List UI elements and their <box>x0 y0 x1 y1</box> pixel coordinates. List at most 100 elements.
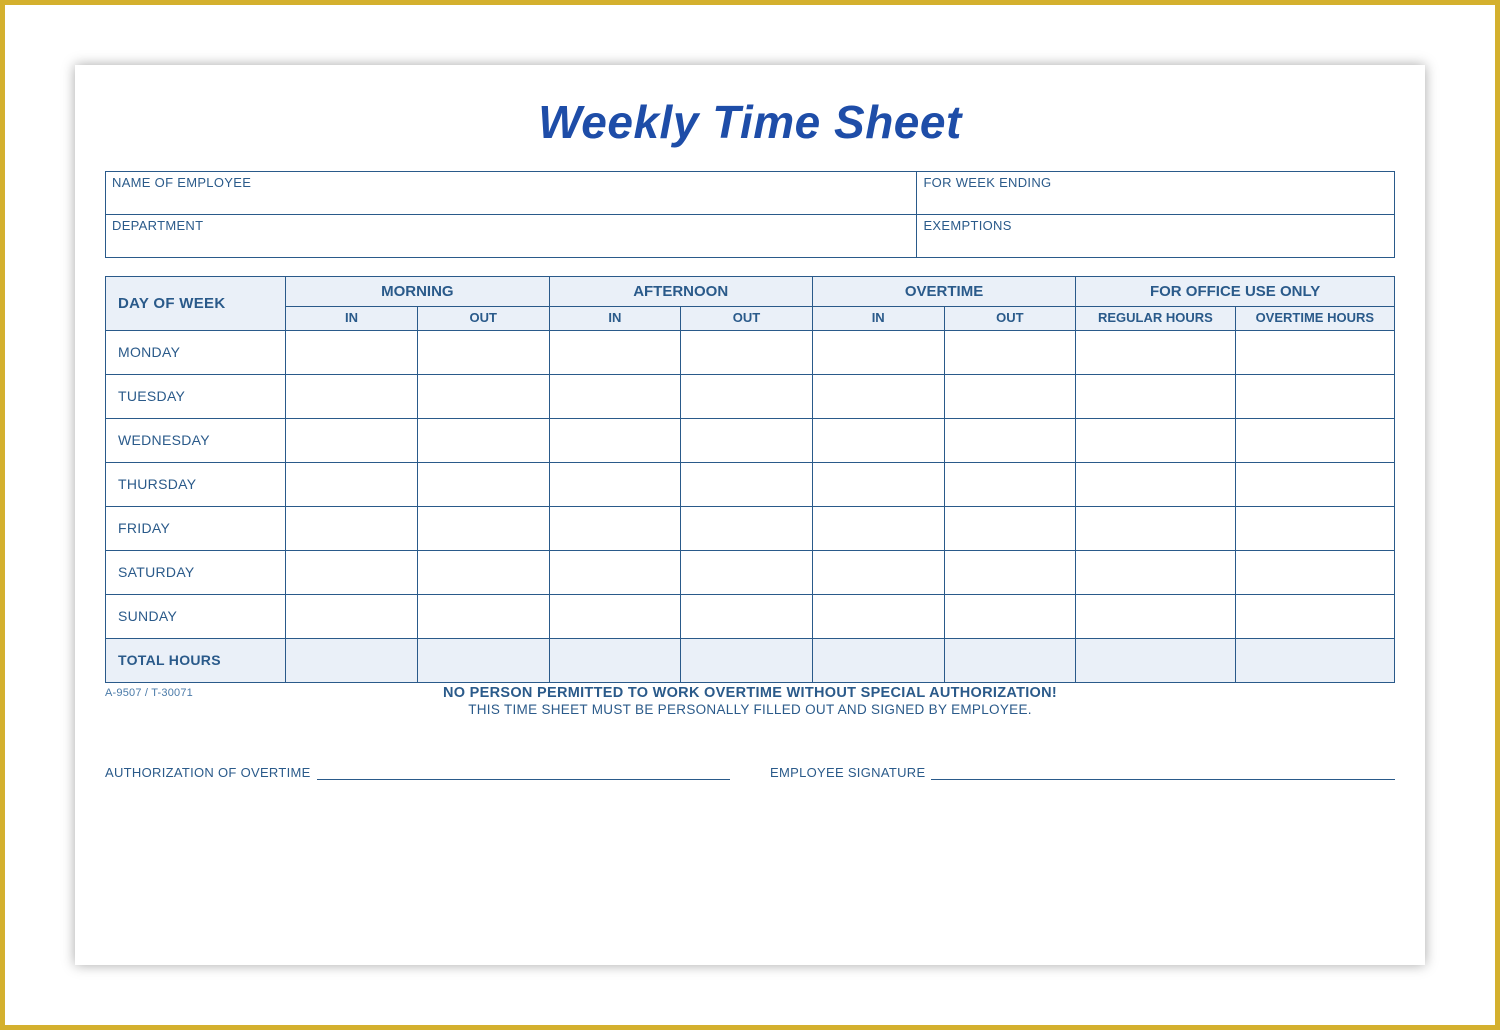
week-ending-field[interactable]: FOR WEEK ENDING <box>917 172 1394 215</box>
morning-out-cell[interactable] <box>417 374 549 418</box>
total-cell[interactable] <box>417 638 549 682</box>
morning-in-cell[interactable] <box>286 374 418 418</box>
total-cell[interactable] <box>549 638 681 682</box>
signature-line <box>931 766 1395 780</box>
overtime-out-cell[interactable] <box>944 330 1076 374</box>
overtime-hours-cell[interactable] <box>1235 594 1394 638</box>
total-cell[interactable] <box>681 638 813 682</box>
total-cell[interactable] <box>1076 638 1235 682</box>
afternoon-out-cell[interactable] <box>681 330 813 374</box>
total-hours-row: TOTAL HOURS <box>106 638 1395 682</box>
morning-in-cell[interactable] <box>286 418 418 462</box>
morning-out-cell[interactable] <box>417 550 549 594</box>
employee-info-section: NAME OF EMPLOYEE FOR WEEK ENDING DEPARTM… <box>105 171 1395 258</box>
morning-out-cell[interactable] <box>417 462 549 506</box>
timesheet-form: Weekly Time Sheet NAME OF EMPLOYEE FOR W… <box>75 65 1425 965</box>
total-cell[interactable] <box>286 638 418 682</box>
regular-hours-cell[interactable] <box>1076 330 1235 374</box>
time-entry-table: DAY OF WEEK MORNING AFTERNOON OVERTIME F… <box>105 276 1395 683</box>
morning-out-cell[interactable] <box>417 506 549 550</box>
afternoon-out-cell[interactable] <box>681 594 813 638</box>
regular-hours-cell[interactable] <box>1076 418 1235 462</box>
regular-hours-cell[interactable] <box>1076 594 1235 638</box>
overtime-in-cell[interactable] <box>812 594 944 638</box>
overtime-out-cell[interactable] <box>944 506 1076 550</box>
morning-in-cell[interactable] <box>286 330 418 374</box>
col-overtime-out: OUT <box>944 307 1076 331</box>
department-field[interactable]: DEPARTMENT <box>106 215 917 257</box>
afternoon-out-cell[interactable] <box>681 550 813 594</box>
table-row: THURSDAY <box>106 462 1395 506</box>
morning-in-cell[interactable] <box>286 594 418 638</box>
afternoon-out-cell[interactable] <box>681 462 813 506</box>
overtime-out-cell[interactable] <box>944 594 1076 638</box>
day-label: WEDNESDAY <box>106 418 286 462</box>
authorization-label: AUTHORIZATION OF OVERTIME <box>105 765 311 780</box>
regular-hours-cell[interactable] <box>1076 550 1235 594</box>
total-hours-label: TOTAL HOURS <box>106 638 286 682</box>
col-overtime: OVERTIME <box>812 277 1075 307</box>
morning-in-cell[interactable] <box>286 462 418 506</box>
day-label: THURSDAY <box>106 462 286 506</box>
afternoon-in-cell[interactable] <box>549 594 681 638</box>
table-row: FRIDAY <box>106 506 1395 550</box>
overtime-in-cell[interactable] <box>812 550 944 594</box>
table-row: SUNDAY <box>106 594 1395 638</box>
afternoon-in-cell[interactable] <box>549 506 681 550</box>
overtime-out-cell[interactable] <box>944 418 1076 462</box>
overtime-warning: NO PERSON PERMITTED TO WORK OVERTIME WIT… <box>105 685 1395 701</box>
morning-out-cell[interactable] <box>417 418 549 462</box>
day-label: SUNDAY <box>106 594 286 638</box>
afternoon-in-cell[interactable] <box>549 418 681 462</box>
overtime-in-cell[interactable] <box>812 462 944 506</box>
overtime-hours-cell[interactable] <box>1235 418 1394 462</box>
name-of-employee-field[interactable]: NAME OF EMPLOYEE <box>106 172 917 215</box>
signature-section: AUTHORIZATION OF OVERTIME EMPLOYEE SIGNA… <box>105 765 1395 780</box>
morning-out-cell[interactable] <box>417 594 549 638</box>
overtime-hours-cell[interactable] <box>1235 506 1394 550</box>
col-morning-out: OUT <box>417 307 549 331</box>
overtime-out-cell[interactable] <box>944 462 1076 506</box>
morning-in-cell[interactable] <box>286 550 418 594</box>
afternoon-out-cell[interactable] <box>681 506 813 550</box>
day-label: MONDAY <box>106 330 286 374</box>
total-cell[interactable] <box>1235 638 1394 682</box>
overtime-hours-cell[interactable] <box>1235 374 1394 418</box>
regular-hours-cell[interactable] <box>1076 374 1235 418</box>
overtime-out-cell[interactable] <box>944 374 1076 418</box>
overtime-in-cell[interactable] <box>812 374 944 418</box>
table-row: MONDAY <box>106 330 1395 374</box>
afternoon-in-cell[interactable] <box>549 550 681 594</box>
overtime-out-cell[interactable] <box>944 550 1076 594</box>
overtime-in-cell[interactable] <box>812 418 944 462</box>
morning-in-cell[interactable] <box>286 506 418 550</box>
col-office-use: FOR OFFICE USE ONLY <box>1076 277 1395 307</box>
afternoon-out-cell[interactable] <box>681 418 813 462</box>
afternoon-out-cell[interactable] <box>681 374 813 418</box>
overtime-hours-cell[interactable] <box>1235 330 1394 374</box>
exemptions-field[interactable]: EXEMPTIONS <box>917 215 1394 257</box>
total-cell[interactable] <box>944 638 1076 682</box>
morning-out-cell[interactable] <box>417 330 549 374</box>
table-row: WEDNESDAY <box>106 418 1395 462</box>
table-row: TUESDAY <box>106 374 1395 418</box>
overtime-in-cell[interactable] <box>812 506 944 550</box>
total-cell[interactable] <box>812 638 944 682</box>
col-afternoon-out: OUT <box>681 307 813 331</box>
afternoon-in-cell[interactable] <box>549 462 681 506</box>
col-overtime-hours: OVERTIME HOURS <box>1235 307 1394 331</box>
overtime-hours-cell[interactable] <box>1235 462 1394 506</box>
afternoon-in-cell[interactable] <box>549 374 681 418</box>
day-label: SATURDAY <box>106 550 286 594</box>
authorization-signature-field[interactable]: AUTHORIZATION OF OVERTIME <box>105 765 730 780</box>
regular-hours-cell[interactable] <box>1076 506 1235 550</box>
overtime-hours-cell[interactable] <box>1235 550 1394 594</box>
overtime-in-cell[interactable] <box>812 330 944 374</box>
signing-instruction: THIS TIME SHEET MUST BE PERSONALLY FILLE… <box>105 702 1395 717</box>
afternoon-in-cell[interactable] <box>549 330 681 374</box>
employee-signature-field[interactable]: EMPLOYEE SIGNATURE <box>770 765 1395 780</box>
regular-hours-cell[interactable] <box>1076 462 1235 506</box>
day-label: FRIDAY <box>106 506 286 550</box>
signature-line <box>317 766 730 780</box>
col-morning-in: IN <box>286 307 418 331</box>
